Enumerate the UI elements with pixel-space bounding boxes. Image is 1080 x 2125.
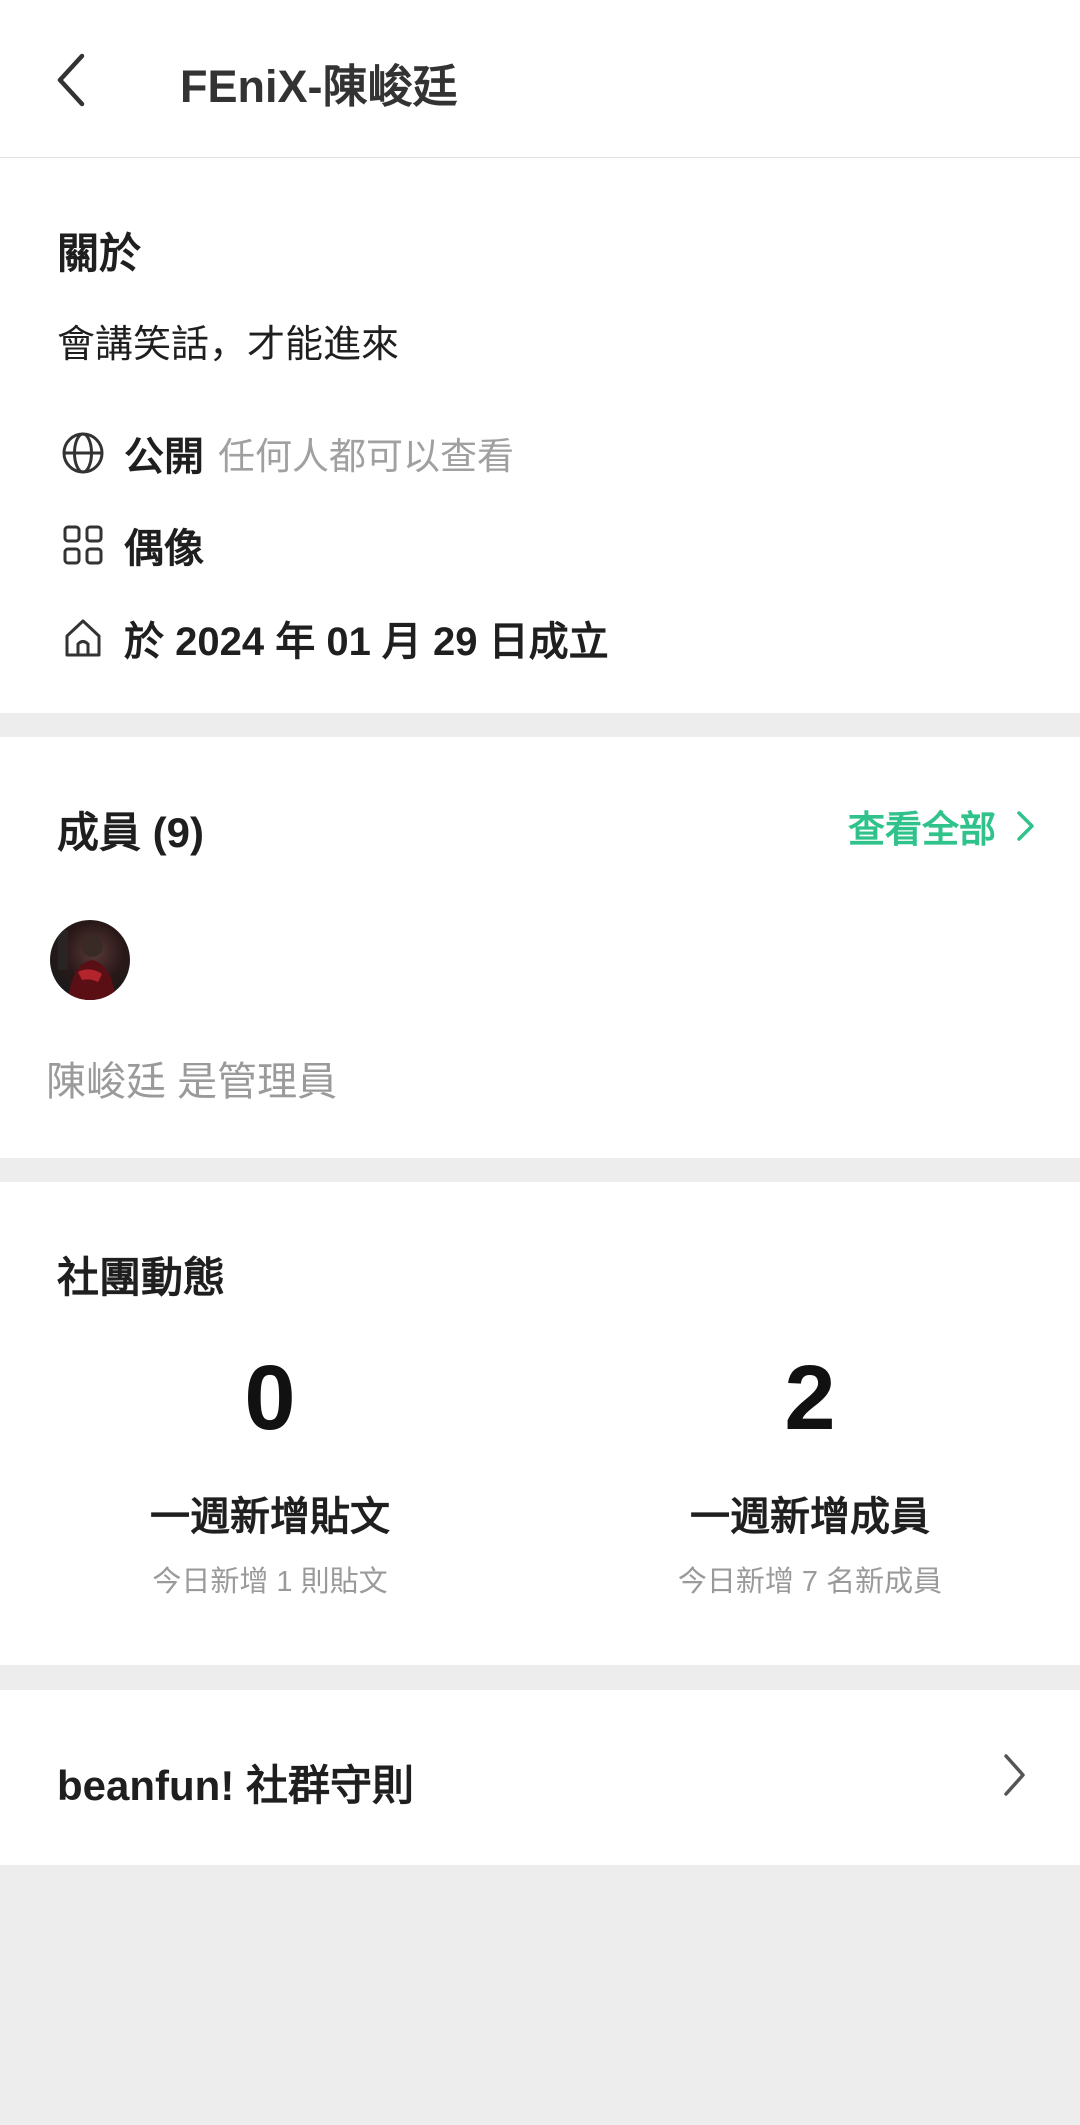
see-all-link[interactable]: 查看全部 — [848, 799, 1040, 853]
chevron-right-icon — [1017, 811, 1034, 841]
category-row: 偶像 — [60, 515, 204, 575]
about-section: 關於 會講笑話，才能進來 公開 任何人都可以查看 偶像 於 2024 年 01 … — [0, 158, 1080, 713]
weekly-posts-stat: 0 一週新增貼文 今日新增 1 則貼文 — [0, 1352, 540, 1600]
weekly-posts-label: 一週新增貼文 — [150, 1495, 390, 1539]
founded-row: 於 2024 年 01 月 29 日成立 — [60, 608, 609, 668]
about-title: 關於 — [57, 230, 142, 277]
today-members-note: 今日新增 7 名新成員 — [677, 1566, 943, 1598]
top-bar: FEniX-陳峻廷 — [0, 0, 1080, 158]
weekly-members-count: 2 — [784, 1347, 836, 1449]
members-section: 成員 (9) 查看全部 陳峻廷 是管理員 — [0, 737, 1080, 1158]
members-title: 成員 (9) — [57, 809, 205, 856]
weekly-members-label: 一週新增成員 — [690, 1495, 930, 1539]
weekly-posts-count: 0 — [244, 1347, 296, 1449]
about-description: 會講笑話，才能進來 — [57, 324, 400, 366]
community-rules-row[interactable]: beanfun! 社群守則 — [0, 1690, 1080, 1865]
category-label: 偶像 — [124, 527, 204, 571]
back-button[interactable] — [40, 40, 104, 120]
today-posts-note: 今日新增 1 則貼文 — [152, 1566, 388, 1598]
page-title: FEniX-陳峻廷 — [180, 61, 458, 112]
founded-date: 於 2024 年 01 月 29 日成立 — [124, 620, 609, 664]
member-avatar[interactable] — [50, 920, 130, 1000]
home-icon — [60, 615, 106, 661]
community-rules-label: beanfun! 社群守則 — [57, 1762, 414, 1809]
activity-section: 社團動態 0 一週新增貼文 今日新增 1 則貼文 2 一週新增成員 今日新增 7… — [0, 1182, 1080, 1665]
chevron-right-icon — [1004, 1754, 1025, 1796]
admin-note: 陳峻廷 是管理員 — [46, 1060, 338, 1104]
back-icon — [57, 53, 85, 107]
privacy-label: 公開 — [124, 435, 204, 479]
privacy-subtext: 任何人都可以查看 — [218, 436, 514, 477]
privacy-row: 公開 任何人都可以查看 — [60, 423, 514, 483]
weekly-members-stat: 2 一週新增成員 今日新增 7 名新成員 — [540, 1352, 1080, 1600]
see-all-label: 查看全部 — [848, 809, 996, 850]
globe-icon — [60, 430, 106, 476]
grid-icon — [60, 522, 106, 568]
activity-title: 社團動態 — [57, 1254, 226, 1301]
